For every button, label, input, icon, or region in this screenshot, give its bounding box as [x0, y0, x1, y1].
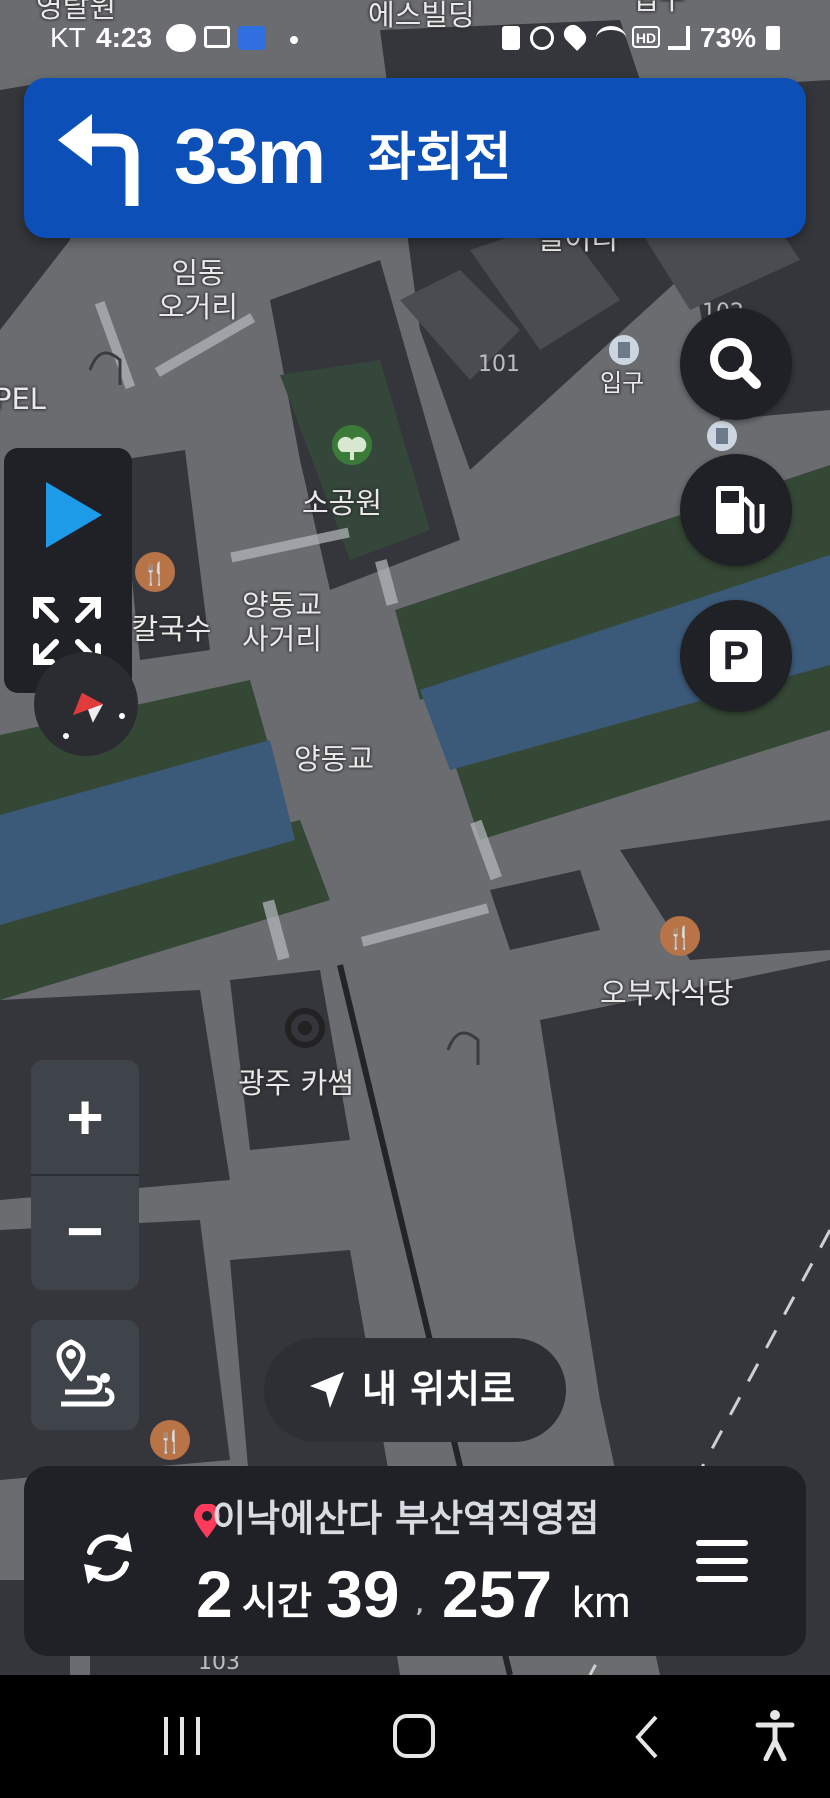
svg-text:🍴: 🍴 [156, 1429, 183, 1455]
turn-distance: 33m [174, 112, 326, 200]
hd-icon: HD [632, 26, 660, 48]
building-number: 101 [478, 352, 520, 377]
app-badge-icon [238, 26, 266, 50]
wifi-icon [596, 26, 626, 50]
compass-icon [63, 692, 125, 739]
back-icon[interactable] [632, 1715, 662, 1759]
battery-percent: 73% [700, 22, 757, 53]
play-icon[interactable] [46, 482, 102, 548]
eta-hours-unit: 시간 [242, 1579, 312, 1623]
map-label: PEL [0, 382, 46, 416]
signal-icon [668, 26, 690, 50]
park-icon [332, 425, 372, 465]
route-icon [56, 1339, 115, 1407]
restaurant-icon: 🍴 [135, 552, 175, 592]
menu-icon [696, 1540, 748, 1582]
map-label: 입구 [600, 369, 645, 397]
map-label-intersection: 양동교 사거리 [242, 588, 323, 656]
parking-icon: P [710, 630, 762, 682]
map-label-bridge: 양동교 [294, 742, 375, 776]
turn-direction: 좌회전 [368, 128, 512, 188]
menu-button[interactable] [692, 1534, 754, 1590]
refresh-icon [84, 1532, 132, 1584]
gas-station-button[interactable] [680, 454, 792, 566]
eta-hours: 2 [196, 1557, 233, 1631]
carrier: KT [50, 22, 86, 53]
system-navigation-bar [0, 1675, 830, 1798]
recent-apps-icon[interactable] [160, 1715, 204, 1757]
dot-icon [290, 36, 298, 44]
search-button[interactable] [680, 308, 792, 420]
zoom-in-button[interactable]: + [31, 1060, 139, 1174]
location-arrow-icon [310, 1372, 344, 1408]
battery-icon [766, 26, 780, 50]
search-icon [710, 338, 761, 389]
accessibility-icon[interactable] [754, 1709, 796, 1761]
car-icon [166, 24, 196, 52]
clock: 4:23 [96, 22, 153, 53]
home-icon[interactable] [392, 1713, 436, 1759]
my-location-button[interactable]: 내 위치로 [264, 1338, 566, 1442]
gallery-icon [204, 26, 230, 48]
restaurant-icon: 🍴 [150, 1420, 190, 1460]
status-bar: KT 4:23 HD 73% [0, 18, 830, 66]
eta-minutes: 39 [326, 1557, 400, 1631]
distance-unit: km [572, 1578, 631, 1627]
location-icon [560, 21, 590, 51]
route-options-button[interactable] [31, 1320, 139, 1430]
turn-left-arrow-icon [58, 114, 139, 206]
zoom-out-button[interactable]: − [31, 1176, 139, 1290]
map-label-restaurant: 오부자식당 [600, 976, 734, 1010]
guidance-banner[interactable]: 33m 좌회전 [24, 78, 806, 238]
map-label-park: 소공원 [302, 486, 383, 520]
eta-separator: , [416, 1593, 424, 1617]
svg-text:🍴: 🍴 [141, 561, 168, 587]
map-label-landmark: 광주 카썸 [238, 1066, 354, 1100]
svg-text:🍴: 🍴 [666, 925, 693, 951]
parking-button[interactable]: P [680, 600, 792, 712]
map-label: 입구 [632, 0, 685, 16]
destination-name: 이낙에산다 부산역직영점 [212, 1497, 600, 1540]
sim-icon [502, 26, 520, 50]
reroute-button[interactable] [70, 1520, 146, 1596]
alarm-icon [530, 26, 554, 50]
remaining-distance: 257 [442, 1557, 553, 1631]
restaurant-icon: 🍴 [660, 916, 700, 956]
compass-button[interactable] [34, 652, 138, 756]
map-label-intersection: 임동 오거리 [158, 256, 239, 324]
gas-station-icon [716, 486, 765, 534]
